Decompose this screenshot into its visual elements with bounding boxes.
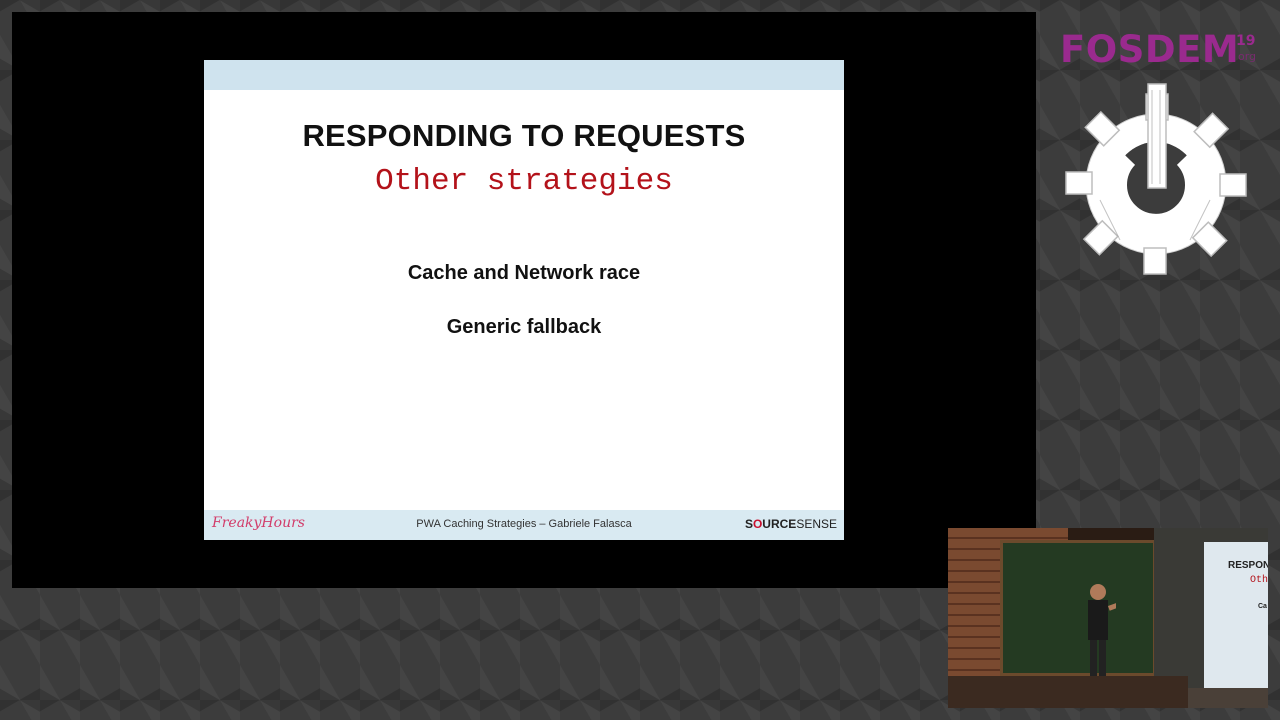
slide-top-bar (204, 60, 844, 90)
slide-footer: FreakyHours PWA Caching Strategies – Gab… (204, 510, 844, 540)
projected-slide-subtitle: Oth (1250, 575, 1268, 586)
slide-title: RESPONDING TO REQUESTS (302, 118, 746, 153)
sourcesense-logo-urce: URCE (762, 517, 797, 531)
sourcesense-logo-s: S (744, 517, 753, 531)
chalkboard (1000, 540, 1156, 676)
speaker-camera-view: RESPON Oth Ca (948, 528, 1268, 708)
fosdem-domain: org (1238, 50, 1257, 63)
fosdem-gear-icon (1065, 83, 1247, 275)
speaker-figure (1088, 584, 1116, 676)
sourcesense-logo-o: O (752, 517, 763, 531)
projected-slide-title: RESPON (1228, 560, 1268, 571)
slide-bullet-cache-network-race: Cache and Network race (407, 262, 641, 284)
fosdem-year: 19 (1236, 33, 1256, 49)
fosdem-logo: FOSDEM (1060, 28, 1240, 71)
sourcesense-logo: SOURCESENSE (745, 517, 837, 531)
slide-subtitle: Other strategies (375, 164, 673, 199)
presentation-slide: RESPONDING TO REQUESTS Other strategies … (204, 60, 844, 540)
projected-slide-item: Ca (1258, 603, 1267, 610)
sourcesense-logo-sense: SENSE (796, 517, 837, 531)
slide-bullet-generic-fallback: Generic fallback (446, 316, 602, 338)
lecture-desk (948, 676, 1188, 708)
